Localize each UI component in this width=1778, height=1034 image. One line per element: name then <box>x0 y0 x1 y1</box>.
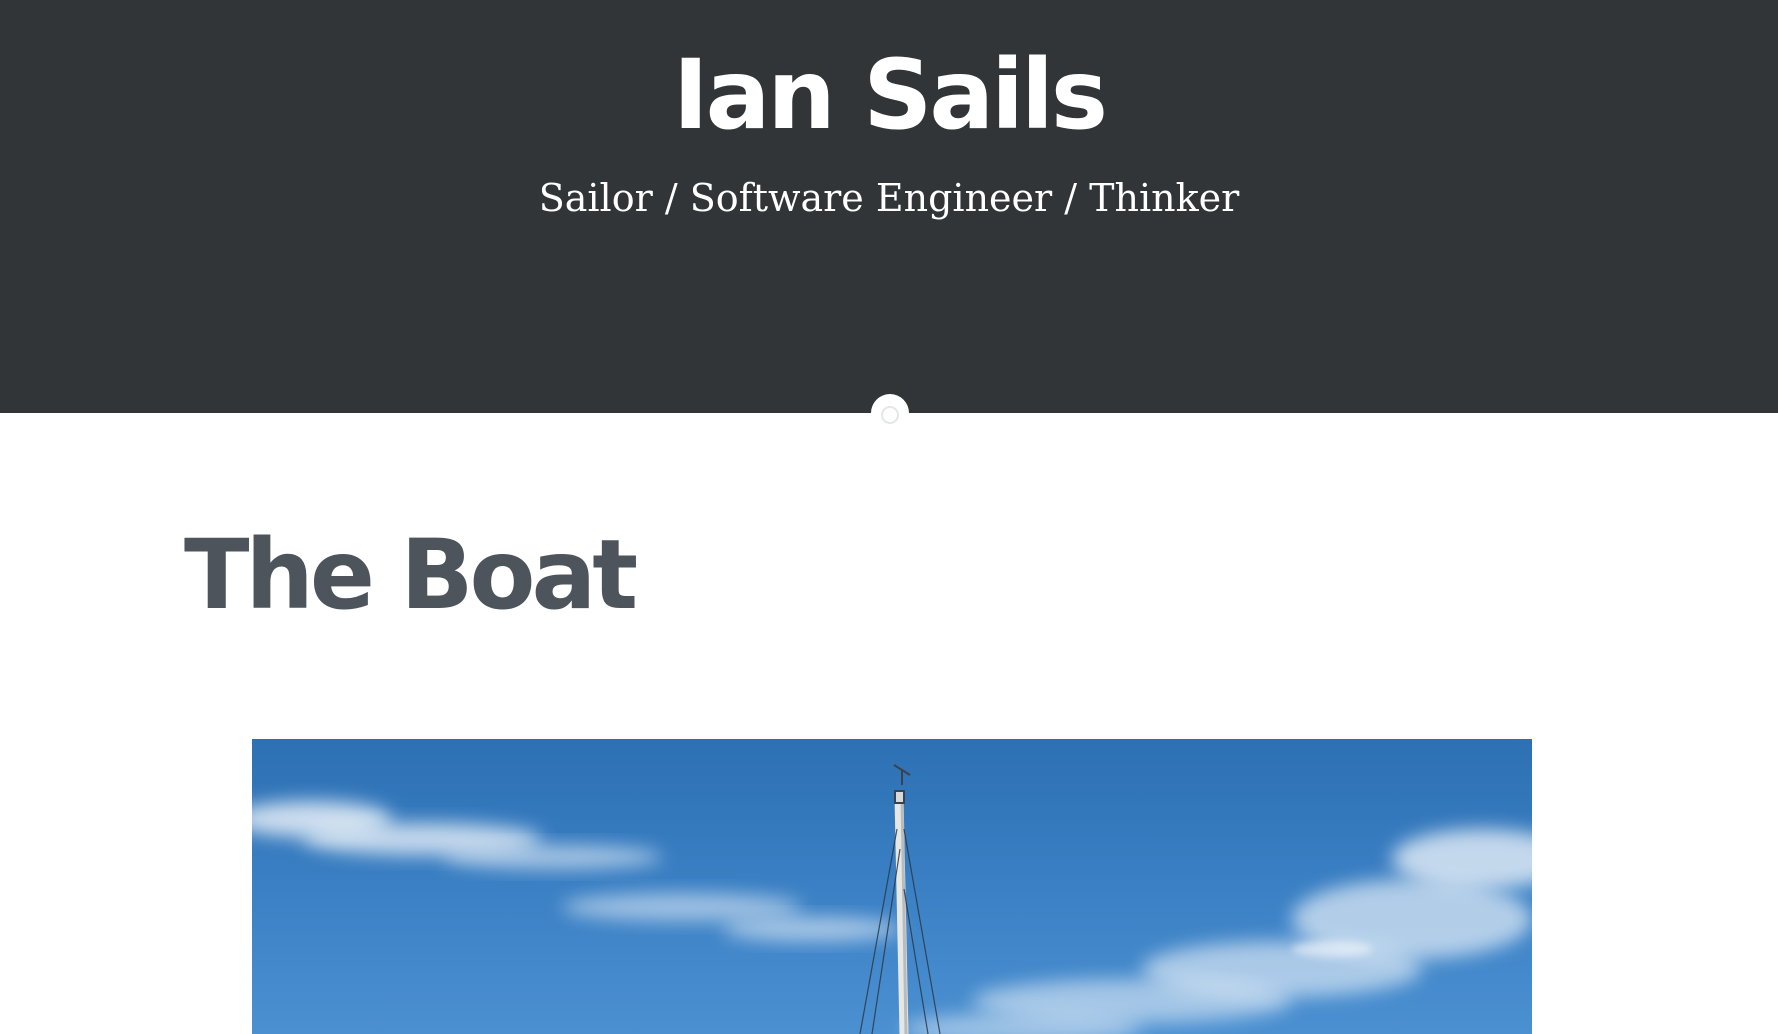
page: Ian Sails Sailor / Software Engineer / T… <box>0 0 1778 1034</box>
site-tagline: Sailor / Software Engineer / Thinker <box>538 176 1240 220</box>
post-image <box>252 739 1532 1034</box>
menu-toggle-button[interactable] <box>871 394 909 432</box>
site-title-link[interactable]: Ian Sails <box>0 30 1778 160</box>
site-header: Ian Sails Sailor / Software Engineer / T… <box>0 0 1778 413</box>
post-title: The Boat <box>184 519 638 631</box>
menu-circle-icon <box>881 406 899 424</box>
sailboat-photo <box>252 739 1532 1034</box>
